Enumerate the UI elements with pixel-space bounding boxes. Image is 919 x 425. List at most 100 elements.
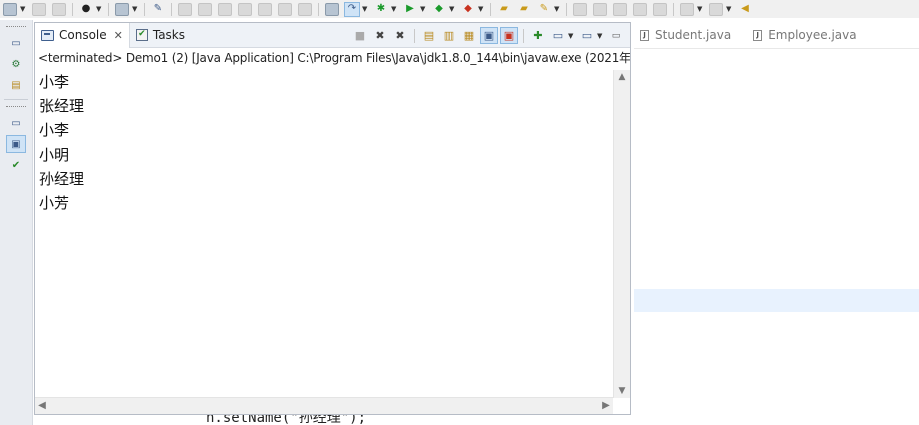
last-edit-icon[interactable]: ◀ [738, 3, 752, 16]
restore-icon[interactable]: ▭ [7, 35, 25, 51]
vertical-scrollbar[interactable]: ▲ ▼ [613, 70, 630, 398]
terminal-dropdown-icon[interactable]: ▼ [132, 5, 139, 13]
scroll-lock-icon[interactable]: ▥ [441, 28, 457, 43]
remove-all-terminated-icon[interactable]: ✖ [392, 28, 408, 43]
remove-launch-icon[interactable]: ✖ [372, 28, 388, 43]
console-line: 小明 [39, 145, 70, 164]
outline-icon[interactable]: ▤ [7, 77, 25, 93]
editor-tab-label: Student.java [655, 28, 732, 42]
toolbar-separator [171, 2, 172, 16]
coverage-icon[interactable]: ◆ [432, 3, 446, 16]
display-console-dropdown-icon[interactable]: ▼ [568, 32, 575, 40]
terminate-icon[interactable]: ■ [352, 28, 368, 43]
trim-divider [4, 99, 28, 100]
close-icon[interactable]: ✕ [114, 29, 123, 42]
java-file-icon: J [640, 29, 649, 41]
toggle-icon[interactable] [633, 2, 647, 16]
code-line: n.setName("孙经理"); [206, 415, 367, 425]
trim-grip[interactable] [6, 106, 26, 110]
search-icon[interactable]: ✎ [537, 3, 551, 16]
step-return-icon[interactable] [298, 2, 312, 16]
editor-tab[interactable]: J Employee.java [747, 28, 872, 42]
tasks-trim-icon[interactable]: ✔ [7, 157, 25, 173]
drop-to-frame-icon[interactable] [325, 2, 339, 16]
mark-icon[interactable] [613, 2, 627, 16]
editor-tab[interactable]: J Student.java [634, 28, 747, 42]
toolbar-separator [673, 2, 674, 16]
console-trim-icon[interactable]: ▣ [6, 135, 26, 153]
console-view-toolbar: ■ ✖ ✖ ▤ ▥ ▦ ▣ ▣ ✚ ▭ ▼ ▭ ▼ ▭ [350, 27, 626, 44]
editor-tab-divider [634, 48, 919, 49]
open-folder-icon[interactable]: ▰ [517, 3, 531, 16]
console-line: 小李 [39, 121, 70, 140]
console-output[interactable]: 小李 张经理 小李 小明 孙经理 小芳 [39, 70, 609, 398]
next-annotation-dropdown-icon[interactable]: ▼ [697, 5, 704, 13]
new-java-project-icon[interactable]: ▰ [497, 3, 511, 16]
pin-console-icon[interactable]: ✚ [530, 28, 546, 43]
external-tools-icon[interactable]: ◆ [461, 3, 475, 16]
tasks-icon: ✔ [135, 29, 148, 41]
scroll-right-icon[interactable]: ▶ [599, 398, 613, 414]
toolbar-separator [566, 2, 567, 16]
prev-annotation-dropdown-icon[interactable]: ▼ [726, 5, 733, 13]
next-annotation-icon[interactable] [680, 2, 694, 16]
save-icon[interactable] [32, 2, 46, 16]
new-dropdown-icon[interactable]: ▼ [20, 5, 27, 13]
tab-console-label: Console [59, 28, 107, 42]
toolbar-separator [72, 2, 73, 16]
filters-dropdown-icon[interactable]: ▼ [362, 5, 369, 13]
console-line: 孙经理 [39, 169, 85, 188]
debug-dropdown-icon[interactable]: ▼ [391, 5, 398, 13]
tab-console[interactable]: Console ✕ [35, 22, 130, 48]
hierarchy-icon[interactable]: ⚙ [7, 56, 25, 72]
resume-icon[interactable] [178, 2, 192, 16]
suspend-icon[interactable] [198, 2, 212, 16]
coverage-dropdown-icon[interactable]: ▼ [449, 5, 456, 13]
scroll-up-icon[interactable]: ▲ [614, 70, 630, 84]
user-icon[interactable]: ● [79, 3, 93, 16]
restore-icon[interactable]: ▭ [7, 115, 25, 131]
console-line: 小李 [39, 73, 70, 91]
open-console-dropdown-icon[interactable]: ▼ [597, 32, 604, 40]
edit-icon[interactable] [593, 2, 607, 16]
tab-tasks[interactable]: ✔ Tasks [130, 23, 191, 48]
horizontal-scrollbar[interactable]: ◀ ▶ [35, 397, 613, 414]
current-line-highlight [634, 289, 919, 312]
console-line: 小芳 [39, 194, 70, 213]
minimize-icon[interactable]: ▭ [608, 28, 624, 43]
editor-tab-label: Employee.java [768, 28, 857, 42]
user-dropdown-icon[interactable]: ▼ [96, 5, 103, 13]
terminal-icon[interactable] [115, 2, 129, 16]
code-peek: n.setName("孙经理"); [34, 415, 634, 425]
open-console-icon[interactable]: ▭ [579, 28, 595, 43]
step-over-icon[interactable] [278, 2, 292, 16]
show-on-stdout-icon[interactable]: ▣ [480, 27, 498, 44]
display-console-icon[interactable]: ▭ [550, 28, 566, 43]
run-dropdown-icon[interactable]: ▼ [420, 5, 427, 13]
toolbar-separator [414, 28, 415, 43]
trim-grip[interactable] [6, 26, 26, 30]
step-into-icon[interactable] [258, 2, 272, 16]
scroll-down-icon[interactable]: ▼ [614, 384, 630, 398]
annotation-next-icon[interactable] [573, 2, 587, 16]
console-icon [41, 29, 54, 41]
word-wrap-icon[interactable]: ▦ [461, 28, 477, 43]
use-step-filters-icon[interactable]: ↷ [344, 1, 360, 17]
clear-console-icon[interactable]: ▤ [421, 28, 437, 43]
run-icon[interactable]: ▶ [403, 3, 417, 16]
pin-icon[interactable]: ✎ [151, 3, 165, 16]
prev-annotation-icon[interactable] [709, 2, 723, 16]
scroll-left-icon[interactable]: ◀ [35, 398, 49, 414]
debug-icon[interactable]: ✱ [374, 3, 388, 16]
external-tools-dropdown-icon[interactable]: ▼ [478, 5, 485, 13]
view-tab-bar: Console ✕ ✔ Tasks ■ ✖ ✖ ▤ ▥ ▦ ▣ ▣ ✚ ▭ ▼ … [35, 22, 630, 48]
search-dropdown-icon[interactable]: ▼ [554, 5, 561, 13]
terminate-icon[interactable] [218, 2, 232, 16]
show-on-stderr-icon[interactable]: ▣ [500, 27, 518, 44]
toolbar-separator [523, 28, 524, 43]
new-icon[interactable] [3, 2, 17, 16]
disconnect-icon[interactable] [238, 2, 252, 16]
block-icon[interactable] [653, 2, 667, 16]
save-all-icon[interactable] [52, 2, 66, 16]
console-view: Console ✕ ✔ Tasks ■ ✖ ✖ ▤ ▥ ▦ ▣ ▣ ✚ ▭ ▼ … [34, 22, 631, 415]
